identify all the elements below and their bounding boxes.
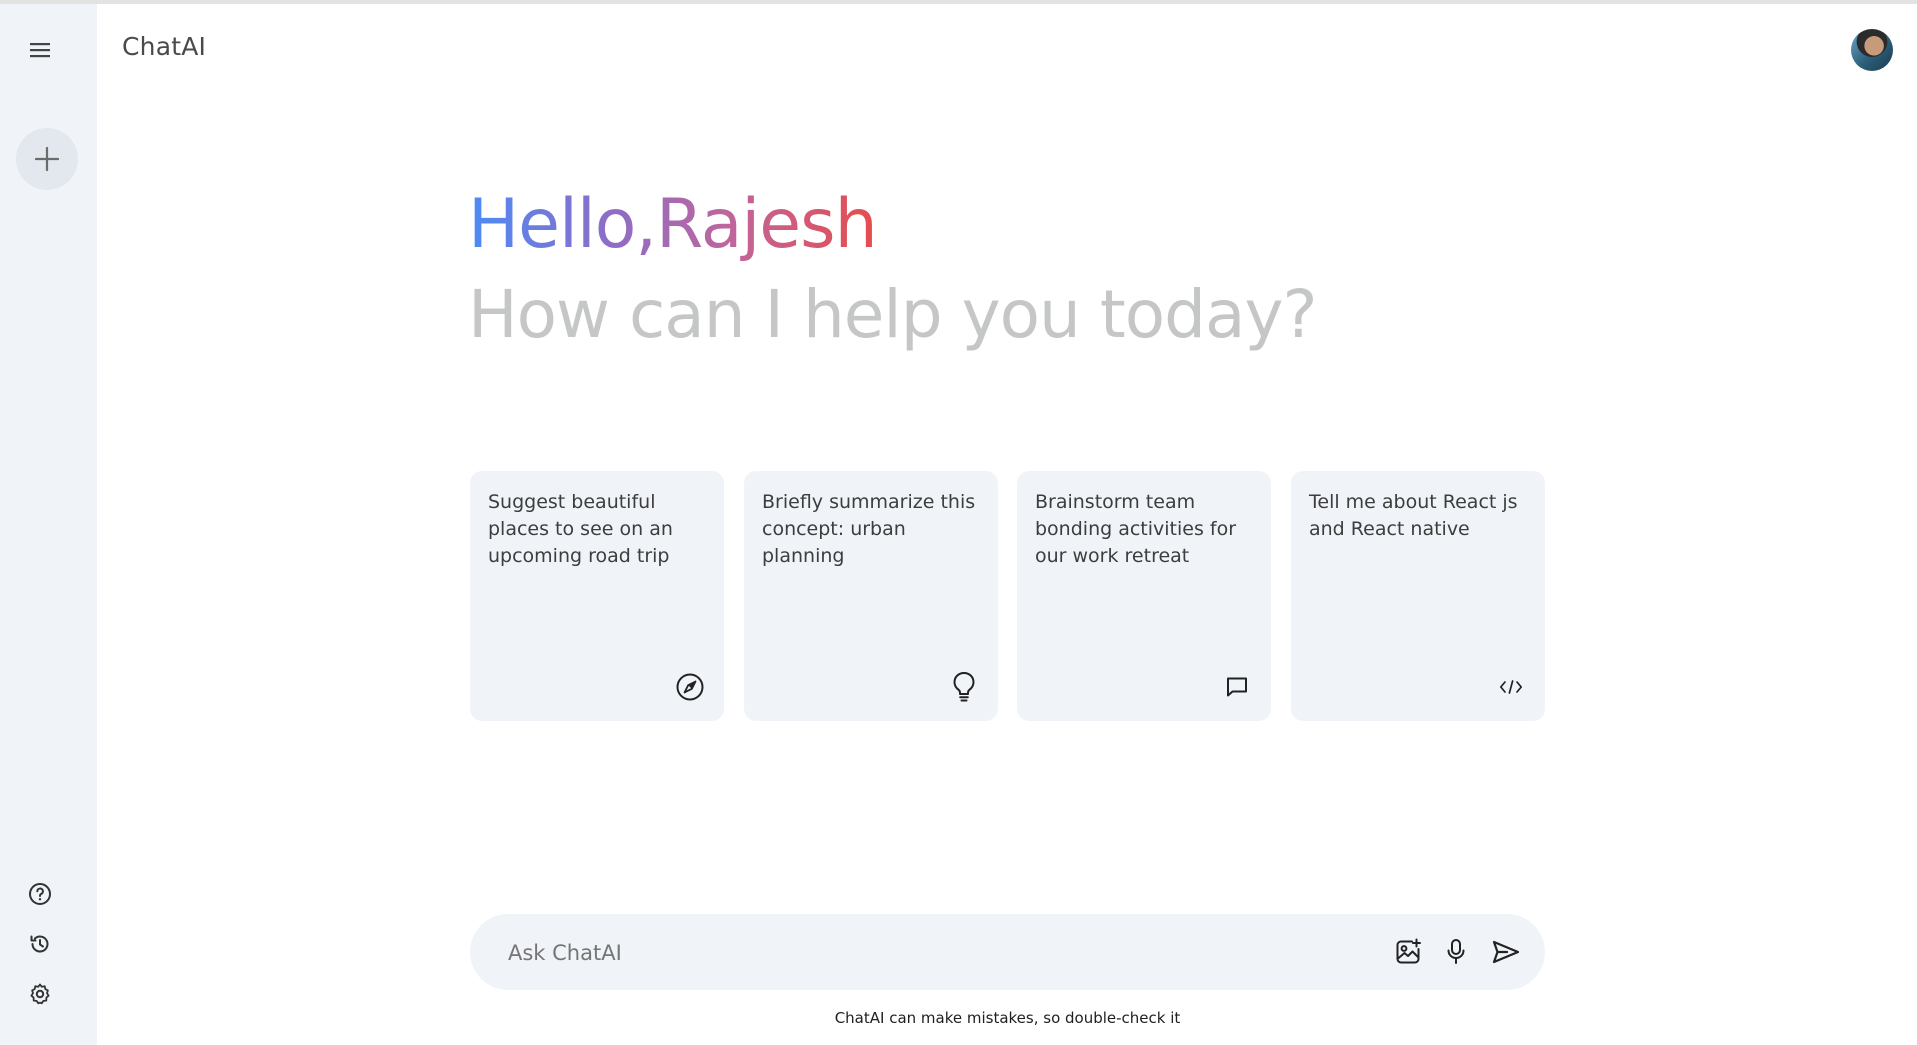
hamburger-icon [30,43,50,58]
app-title: ChatAI [122,32,207,61]
new-chat-button[interactable] [16,128,78,190]
prompt-bar [470,914,1545,990]
message-icon [1227,677,1247,697]
card-text: Brainstorm team bonding activities for o… [1035,491,1237,567]
mic-icon [1447,939,1465,964]
plus-icon [34,146,60,172]
greeting-name: Rajesh [655,185,877,264]
history-icon [30,935,49,953]
suggestion-card-urban-planning[interactable]: Briefly summarize this concept: urban pl… [744,471,998,721]
send-icon [1492,940,1520,964]
menu-button[interactable] [22,32,58,68]
voice-input-button[interactable] [1438,934,1474,970]
bulb-icon [953,672,975,702]
suggestion-card-react[interactable]: Tell me about React js and React native [1291,471,1545,721]
suggestion-card-road-trip[interactable]: Suggest beautiful places to see on an up… [470,471,724,721]
card-text: Tell me about React js and React native [1309,491,1518,540]
suggestion-card-team-bonding[interactable]: Brainstorm team bonding activities for o… [1017,471,1271,721]
gear-icon [30,983,50,1005]
greeting-subheading: How can I help you today? [468,276,1318,353]
top-rule [0,0,1917,4]
greeting-hello: Hello, [468,185,656,264]
upload-image-button[interactable] [1390,934,1426,970]
disclaimer-text: ChatAI can make mistakes, so double-chec… [834,1009,1181,1027]
suggestion-cards: Suggest beautiful places to see on an up… [470,471,1545,721]
history-button[interactable] [24,928,56,960]
add-image-icon [1396,938,1421,964]
compass-icon [676,673,704,701]
prompt-input[interactable] [506,932,1310,974]
help-icon [29,883,51,905]
code-icon [1499,680,1523,694]
sidebar [0,4,97,1045]
greeting-heading: Hello,Rajesh [468,185,877,265]
send-button[interactable] [1488,934,1524,970]
card-text: Briefly summarize this concept: urban pl… [762,491,976,567]
user-avatar[interactable] [1851,29,1893,71]
settings-button[interactable] [24,978,56,1010]
help-button[interactable] [24,878,56,910]
card-text: Suggest beautiful places to see on an up… [488,491,673,567]
